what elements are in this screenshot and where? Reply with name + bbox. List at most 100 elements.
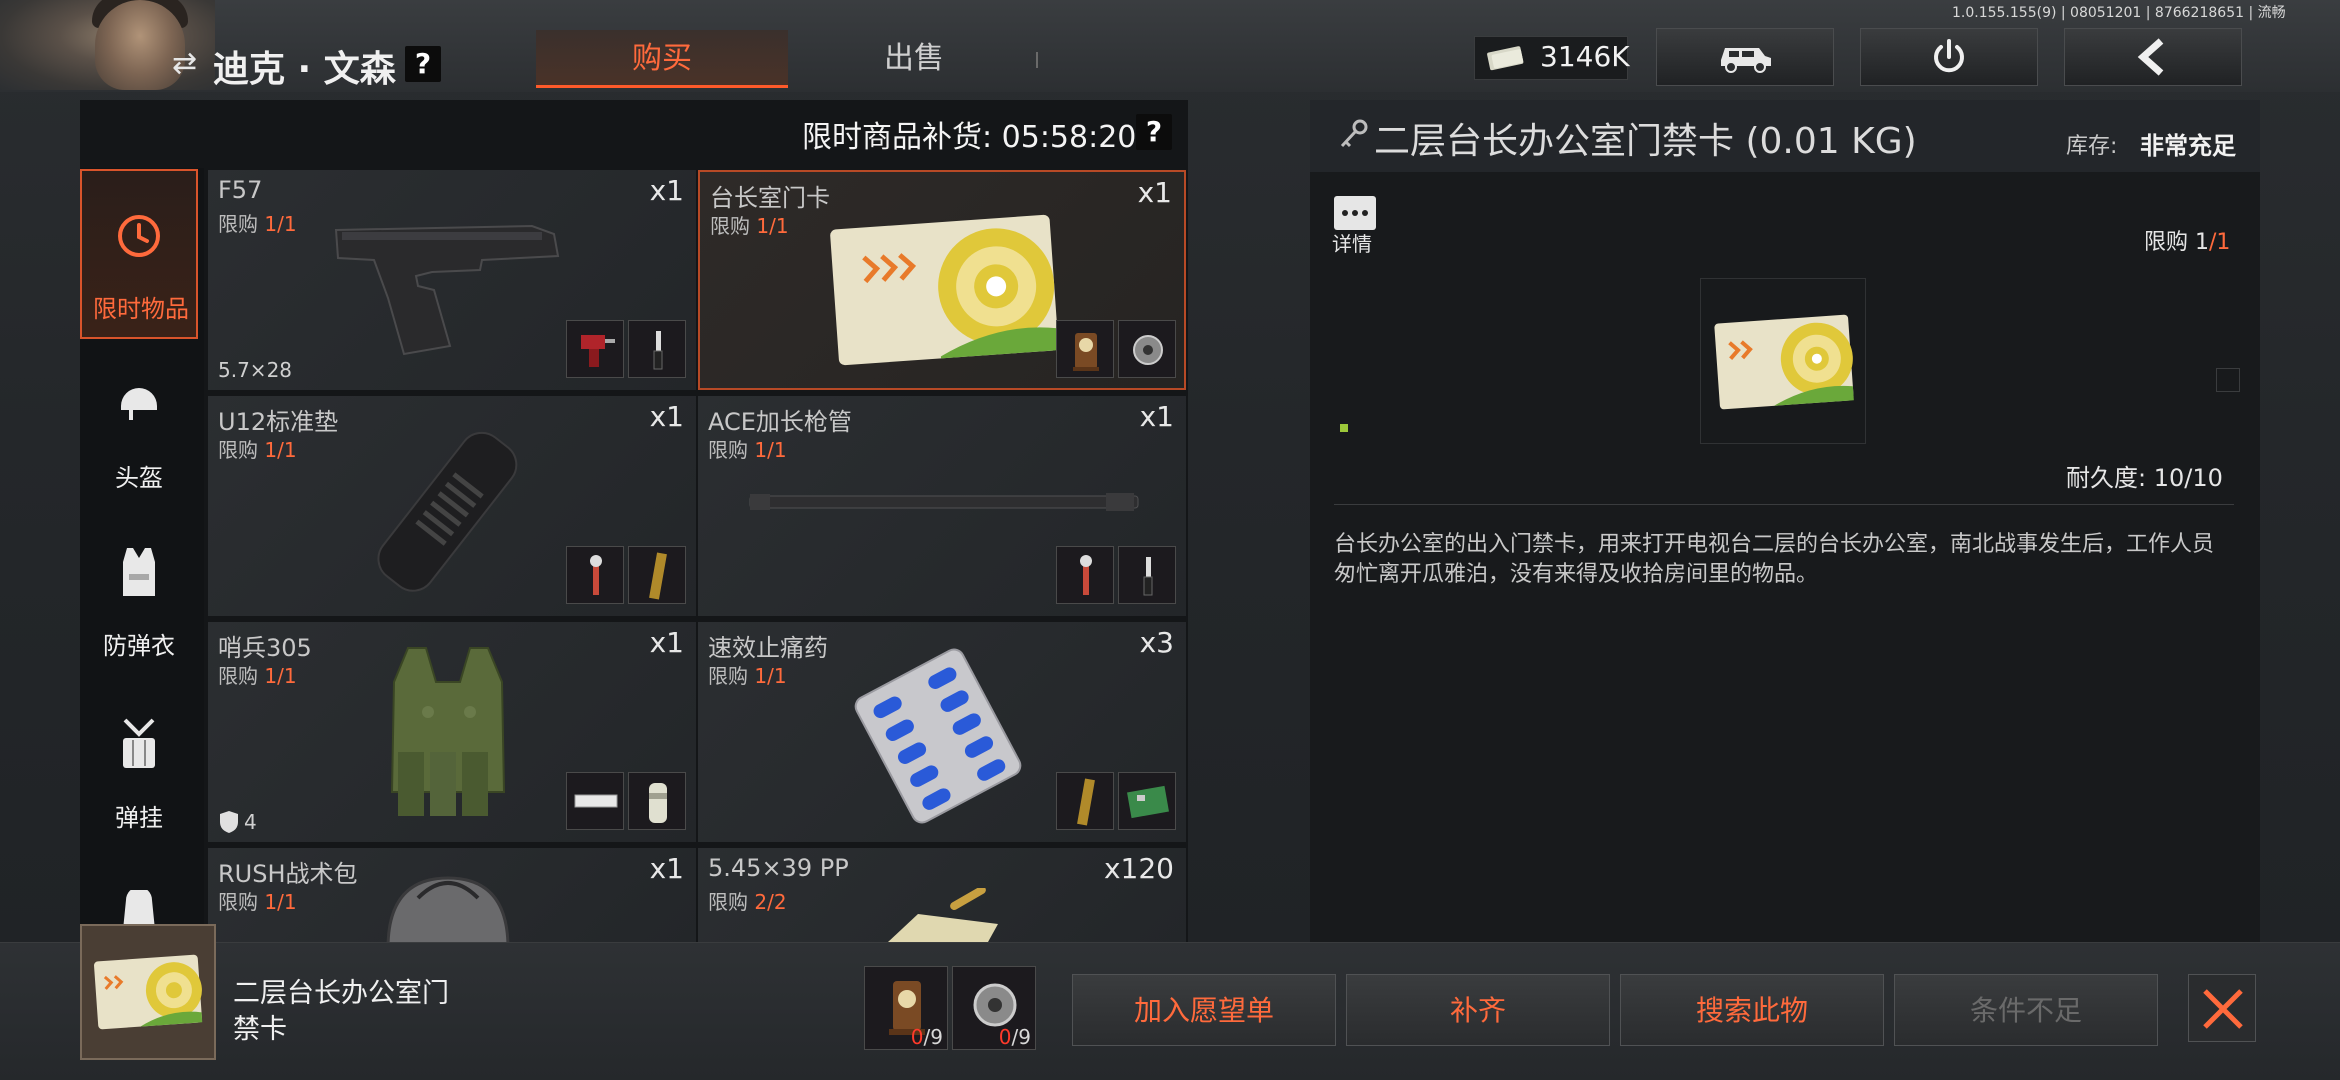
required-part[interactable] bbox=[628, 772, 686, 830]
required-part[interactable] bbox=[628, 546, 686, 604]
item-caliber: 5.7×28 bbox=[218, 358, 293, 382]
vehicle-button[interactable] bbox=[1656, 28, 1834, 86]
details-label[interactable]: 详情 bbox=[1332, 228, 1372, 257]
category-rig[interactable]: 弹挂 bbox=[80, 712, 198, 832]
search-item-button[interactable]: 搜索此物 bbox=[1620, 974, 1884, 1046]
rig-icon bbox=[123, 718, 155, 768]
shop-item-vest[interactable]: 哨兵305 限购 1/1 x1 4 bbox=[208, 622, 696, 842]
item-name: 哨兵305 bbox=[218, 634, 312, 662]
vest-icon bbox=[123, 548, 155, 596]
stock-label: 库存: bbox=[2066, 134, 2118, 159]
keycard-image bbox=[94, 954, 203, 1030]
tab-sell[interactable]: 出售 bbox=[788, 30, 1040, 88]
item-limit: 限购 1/1 bbox=[218, 664, 297, 688]
item-limit: 限购 1/1 bbox=[708, 438, 787, 462]
shop-item-ammo[interactable]: 5.45×39 PP 限购 2/2 x120 bbox=[698, 848, 1186, 942]
required-part[interactable] bbox=[566, 546, 624, 604]
plate-icon bbox=[574, 794, 618, 808]
category-vest[interactable]: 防弹衣 bbox=[80, 542, 198, 662]
tool-icon bbox=[1080, 555, 1092, 595]
pistol-image bbox=[334, 224, 560, 356]
category-label: 防弹衣 bbox=[103, 632, 175, 660]
item-name: RUSH战术包 bbox=[218, 860, 358, 888]
item-description: 台长办公室的出入门禁卡，用来打开电视台二层的台长办公室，南北战事发生后，工作人员… bbox=[1334, 532, 2215, 587]
item-detail-title: 二层台长办公室门禁卡 (0.01 KG) bbox=[1374, 121, 1917, 162]
bar-icon bbox=[649, 552, 667, 600]
required-part[interactable] bbox=[1056, 772, 1114, 830]
item-name: 5.45×39 PP bbox=[708, 854, 849, 882]
item-limit: 限购 1/1 bbox=[218, 212, 297, 236]
item-quantity: x120 bbox=[1103, 852, 1174, 885]
insufficient-conditions-button[interactable]: 条件不足 bbox=[1894, 974, 2158, 1046]
shop-item-backpack[interactable]: RUSH战术包 限购 1/1 x1 bbox=[208, 848, 696, 942]
indicator-dot bbox=[1340, 424, 1348, 432]
category-label: 弹挂 bbox=[115, 804, 163, 832]
selected-item-thumbnail bbox=[80, 924, 216, 1060]
requirement-slot[interactable]: 0/9 bbox=[864, 966, 948, 1050]
required-part[interactable] bbox=[628, 320, 686, 378]
requirement-slot[interactable]: 0/9 bbox=[952, 966, 1036, 1050]
tab-divider bbox=[1036, 52, 1038, 68]
category-limited[interactable]: 限时物品 bbox=[80, 169, 198, 339]
required-part[interactable] bbox=[1056, 546, 1114, 604]
shop-item-buttpad[interactable]: U12标准垫 限购 1/1 x1 bbox=[208, 396, 696, 616]
back-button[interactable] bbox=[2064, 28, 2242, 86]
keycard-image bbox=[1714, 314, 1854, 410]
selected-item-name: 二层台长办公室门禁卡 bbox=[233, 978, 449, 1045]
fill-up-button[interactable]: 补齐 bbox=[1346, 974, 1610, 1046]
tab-buy[interactable]: 购买 bbox=[536, 30, 788, 88]
details-icon[interactable] bbox=[1334, 196, 1376, 230]
item-quantity: x1 bbox=[1139, 400, 1174, 433]
scroll-indicator bbox=[2216, 368, 2240, 392]
power-icon bbox=[1934, 39, 1964, 73]
tool-icon bbox=[590, 555, 602, 595]
cash-icon bbox=[1487, 46, 1524, 71]
help-icon[interactable]: ? bbox=[405, 46, 441, 82]
shop-item-f57[interactable]: F57 限购 1/1 x1 5.7×28 bbox=[208, 170, 696, 390]
item-quantity: x3 bbox=[1139, 626, 1174, 659]
item-limit: 限购 1/1 bbox=[710, 214, 789, 238]
add-to-wishlist-button[interactable]: 加入愿望单 bbox=[1072, 974, 1336, 1046]
swap-icon[interactable]: ⇄ bbox=[172, 46, 197, 81]
item-quantity: x1 bbox=[1137, 176, 1172, 209]
close-icon bbox=[2203, 989, 2243, 1029]
required-part[interactable] bbox=[1118, 546, 1176, 604]
canister-icon bbox=[649, 783, 667, 823]
drill-icon bbox=[581, 335, 615, 367]
restock-timer: 限时商品补货: 05:58:20 bbox=[802, 120, 1137, 155]
item-name: U12标准垫 bbox=[218, 408, 339, 436]
item-limit: 限购 1/1 bbox=[708, 664, 787, 688]
vehicle-icon bbox=[1721, 48, 1771, 73]
item-name: ACE加长枪管 bbox=[708, 408, 852, 436]
requirement-count: 0/9 bbox=[910, 1025, 943, 1049]
item-name: 速效止痛药 bbox=[708, 634, 828, 662]
close-button[interactable] bbox=[2188, 974, 2256, 1042]
clock-ornament-icon bbox=[1073, 333, 1099, 371]
shop-item-painkiller[interactable]: 速效止痛药 限购 1/1 x3 bbox=[698, 622, 1186, 842]
barrel-image bbox=[749, 493, 1139, 511]
required-part[interactable] bbox=[566, 320, 624, 378]
durability: 耐久度: 10/10 bbox=[2066, 464, 2223, 492]
clock-icon bbox=[118, 215, 160, 257]
item-quantity: x1 bbox=[649, 626, 684, 659]
pill-pack-image bbox=[854, 648, 1022, 824]
item-preview bbox=[1700, 278, 1866, 444]
required-part[interactable] bbox=[1118, 320, 1176, 378]
shop-item-keycard[interactable]: 台长室门卡 限购 1/1 x1 bbox=[698, 170, 1186, 390]
version-text: 1.0.155.155(9) | 08051201 | 8766218651 |… bbox=[1952, 5, 2286, 21]
required-part[interactable] bbox=[1056, 320, 1114, 378]
stock-value: 非常充足 bbox=[2140, 132, 2236, 160]
helmet-icon bbox=[121, 388, 157, 420]
power-button[interactable] bbox=[1860, 28, 2038, 86]
category-label: 头盔 bbox=[115, 464, 163, 492]
bar-icon bbox=[1077, 778, 1095, 826]
restock-help-icon[interactable]: ? bbox=[1136, 114, 1172, 150]
shop-item-barrel[interactable]: ACE加长枪管 限购 1/1 x1 bbox=[698, 396, 1186, 616]
required-part[interactable] bbox=[566, 772, 624, 830]
purchase-limit: 限购 1/1 bbox=[2144, 230, 2231, 255]
item-limit: 限购 1/1 bbox=[218, 438, 297, 462]
category-helmet[interactable]: 头盔 bbox=[80, 372, 198, 492]
required-part[interactable] bbox=[1118, 772, 1176, 830]
screwdriver-icon bbox=[653, 331, 663, 370]
circuit-board-icon bbox=[1127, 785, 1169, 819]
